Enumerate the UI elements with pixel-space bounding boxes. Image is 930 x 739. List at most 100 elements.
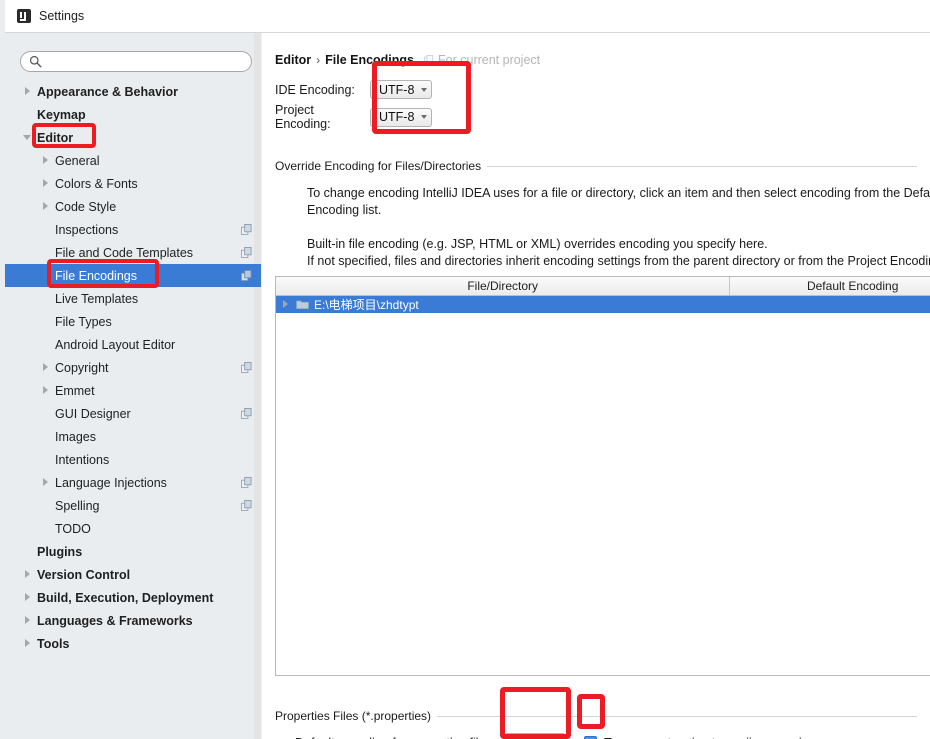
override-encoding-legend-label: Override Encoding for Files/Directories <box>275 159 482 173</box>
sidebar-item-label: Appearance & Behavior <box>37 84 179 99</box>
for-current-project-badge: For current project <box>424 53 540 67</box>
sidebar-item-label: Android Layout Editor <box>55 337 176 352</box>
sidebar-item-spelling[interactable]: Spelling <box>5 494 261 517</box>
chevron-right-icon[interactable] <box>23 638 34 649</box>
sidebar-item-android-layout-editor[interactable]: Android Layout Editor <box>5 333 261 356</box>
sidebar-item-label: Language Injections <box>55 475 167 490</box>
search-input[interactable] <box>20 51 252 72</box>
breadcrumb-current: File Encodings <box>325 53 415 67</box>
sidebar-item-label: File Types <box>55 314 112 329</box>
sidebar-item-label: Editor <box>37 130 74 145</box>
sidebar-item-label: Emmet <box>55 383 95 398</box>
ide-encoding-row: IDE Encoding: UTF-8 <box>275 80 432 99</box>
sidebar-item-file-and-code-templates[interactable]: File and Code Templates <box>5 241 261 264</box>
description-line-4: If not specified, files and directories … <box>307 254 930 268</box>
chevron-down-icon[interactable] <box>23 132 34 143</box>
sidebar-item-version-control[interactable]: Version Control <box>5 563 261 586</box>
properties-encoding-label: Default encoding for properties files: <box>295 736 495 739</box>
transparent-conversion-row[interactable]: Transparent native-to-ascii conversion <box>584 736 816 739</box>
search-box[interactable] <box>20 51 252 72</box>
project-encoding-value: UTF-8 <box>379 110 415 124</box>
ide-encoding-combo[interactable]: UTF-8 <box>370 80 432 99</box>
table-cell-path: E:\电梯项目\zhdtypt <box>314 298 419 312</box>
sidebar-item-inspections[interactable]: Inspections <box>5 218 261 241</box>
sidebar-item-todo[interactable]: TODO <box>5 517 261 540</box>
description-line-2: Encoding list. <box>307 203 382 217</box>
column-header-default-encoding[interactable]: Default Encoding <box>730 277 930 295</box>
sidebar-item-label: Images <box>55 429 96 444</box>
sidebar-item-label: Copyright <box>55 360 109 375</box>
chevron-right-icon[interactable] <box>41 155 52 166</box>
sidebar-item-build-execution-deployment[interactable]: Build, Execution, Deployment <box>5 586 261 609</box>
breadcrumb-parent[interactable]: Editor <box>275 53 311 67</box>
sidebar-item-gui-designer[interactable]: GUI Designer <box>5 402 261 425</box>
sidebar-item-file-types[interactable]: File Types <box>5 310 261 333</box>
sidebar-item-live-templates[interactable]: Live Templates <box>5 287 261 310</box>
sidebar-item-colors-fonts[interactable]: Colors & Fonts <box>5 172 261 195</box>
description-text: To change encoding IntelliJ IDEA uses fo… <box>307 185 930 270</box>
properties-encoding-combo[interactable]: UTF-8 <box>504 733 567 739</box>
table-row[interactable]: E:\电梯项目\zhdtypt <box>276 296 930 313</box>
intellij-idea-icon <box>17 9 31 23</box>
table-body: E:\电梯项目\zhdtypt <box>276 296 930 313</box>
chevron-right-icon[interactable] <box>41 477 52 488</box>
chevron-right-icon[interactable] <box>23 615 34 626</box>
sidebar-item-label: Live Templates <box>55 291 139 306</box>
chevron-down-icon <box>421 87 428 92</box>
breadcrumb-separator: › <box>316 53 321 67</box>
chevron-right-icon[interactable] <box>23 86 34 97</box>
project-encoding-label: Project Encoding: <box>275 103 331 131</box>
sidebar-item-plugins[interactable]: Plugins <box>5 540 261 563</box>
settings-main-panel: Editor › File Encodings For current proj… <box>262 33 930 739</box>
settings-window: Settings Appearance & Behavior Keymap Edit… <box>0 0 930 739</box>
sidebar-item-tools[interactable]: Tools <box>5 632 261 655</box>
settings-sidebar: Appearance & Behavior Keymap Editor General… <box>5 33 261 739</box>
override-encoding-section-legend: Override Encoding for Files/Directories <box>275 159 917 173</box>
properties-encoding-row: Default encoding for properties files: U… <box>295 733 816 739</box>
chevron-right-icon[interactable] <box>281 299 292 310</box>
copy-icon <box>241 224 252 235</box>
chevron-right-icon[interactable] <box>41 385 52 396</box>
copy-icon <box>241 247 252 258</box>
sidebar-item-images[interactable]: Images <box>5 425 261 448</box>
sidebar-item-label: GUI Designer <box>55 406 131 421</box>
sidebar-item-keymap[interactable]: Keymap <box>5 103 261 126</box>
sidebar-item-label: File and Code Templates <box>55 245 194 260</box>
legend-rule <box>437 715 917 717</box>
chevron-right-icon[interactable] <box>41 178 52 189</box>
chevron-right-icon[interactable] <box>41 362 52 373</box>
sidebar-item-label: Inspections <box>55 222 119 237</box>
sidebar-item-file-encodings[interactable]: File Encodings <box>5 264 261 287</box>
sidebar-item-label: Tools <box>37 636 70 651</box>
sidebar-item-languages-frameworks[interactable]: Languages & Frameworks <box>5 609 261 632</box>
copy-icon <box>241 362 252 373</box>
sidebar-item-editor[interactable]: Editor <box>5 126 261 149</box>
folder-icon <box>296 300 309 309</box>
sidebar-item-language-injections[interactable]: Language Injections <box>5 471 261 494</box>
sidebar-item-general[interactable]: General <box>5 149 261 172</box>
copy-icon <box>424 55 434 65</box>
ide-encoding-label: IDE Encoding: <box>275 82 355 97</box>
sidebar-item-label: Version Control <box>37 567 131 582</box>
sidebar-item-label: Spelling <box>55 498 100 513</box>
file-directory-table[interactable]: File/Directory Default Encoding E:\电梯项目\… <box>275 276 930 676</box>
sidebar-item-code-style[interactable]: Code Style <box>5 195 261 218</box>
project-encoding-combo[interactable]: UTF-8 <box>370 107 432 127</box>
column-header-file-directory[interactable]: File/Directory <box>276 277 731 295</box>
chevron-right-icon[interactable] <box>23 569 34 580</box>
sidebar-item-emmet[interactable]: Emmet <box>5 379 261 402</box>
sidebar-item-appearance-behavior[interactable]: Appearance & Behavior <box>5 80 261 103</box>
sidebar-item-copyright[interactable]: Copyright <box>5 356 261 379</box>
sidebar-item-label: Colors & Fonts <box>55 176 138 191</box>
chevron-right-icon[interactable] <box>41 201 52 212</box>
window-title: Settings <box>39 9 85 23</box>
chevron-right-icon[interactable] <box>23 592 34 603</box>
sidebar-item-label: Languages & Frameworks <box>37 613 193 628</box>
sidebar-item-intentions[interactable]: Intentions <box>5 448 261 471</box>
